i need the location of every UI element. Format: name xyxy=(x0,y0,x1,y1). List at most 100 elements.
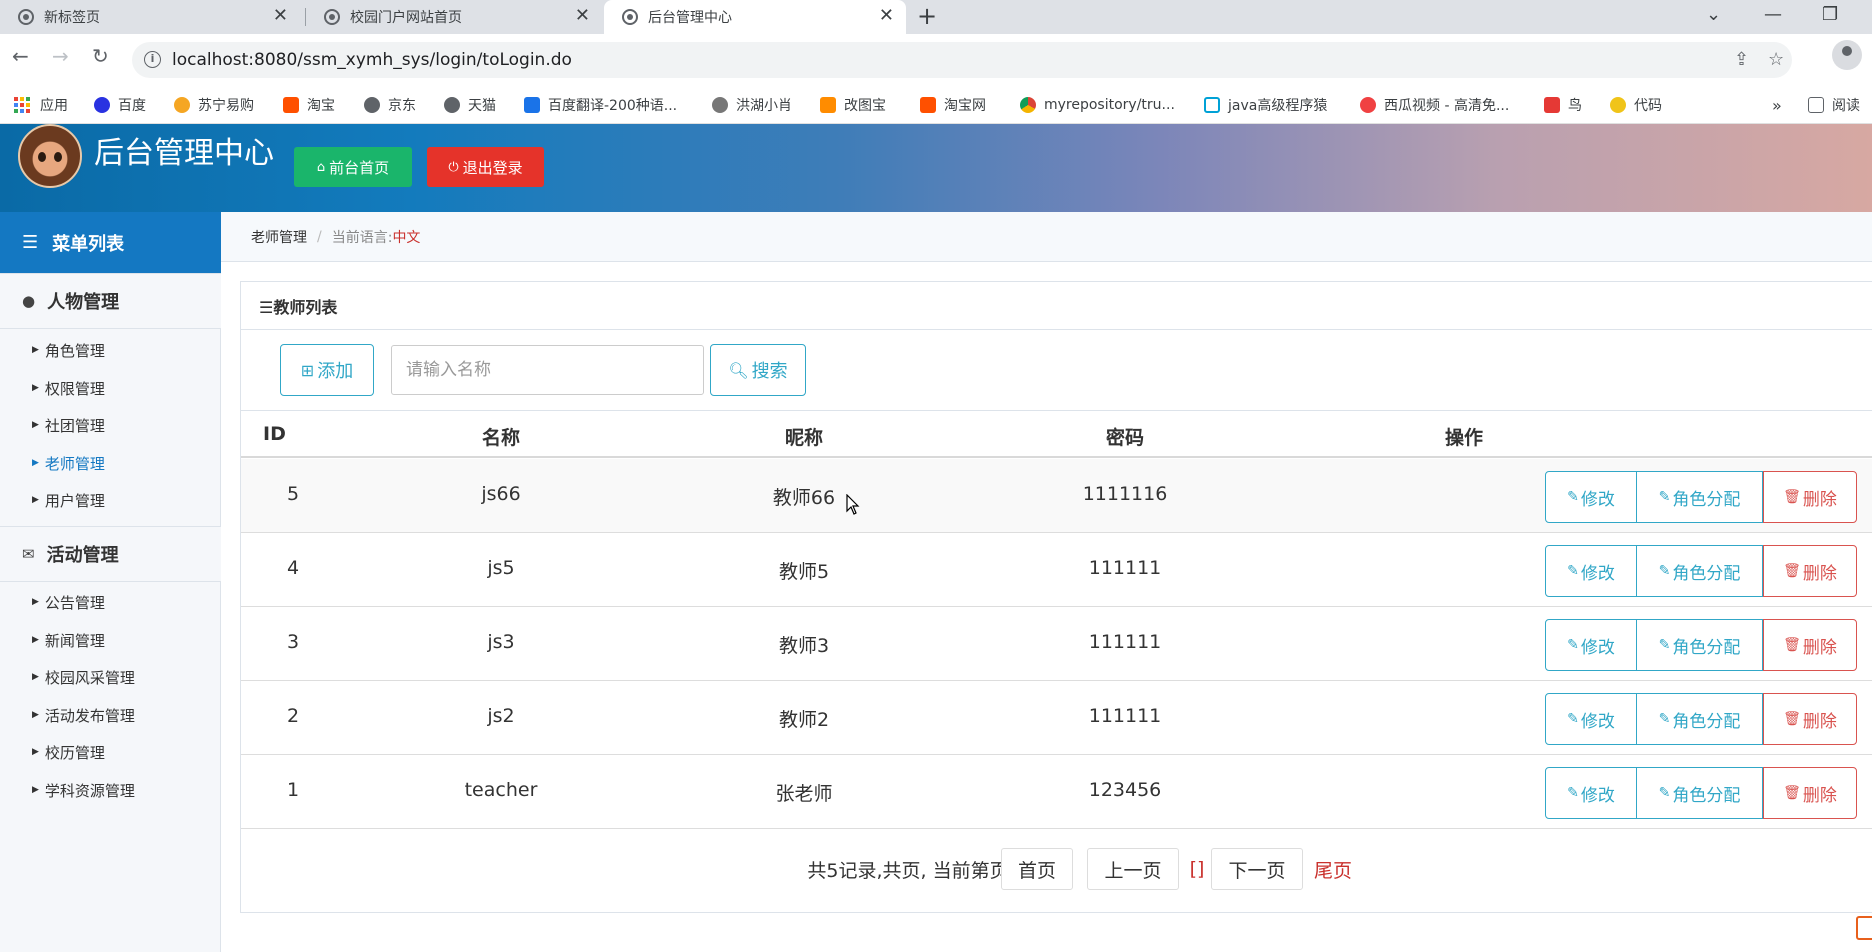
delete-button[interactable]: 🗑︎ 删除 xyxy=(1763,619,1857,671)
cell-nickname: 教师5 xyxy=(778,561,830,583)
sidebar-item-news[interactable]: ▶ 新闻管理 xyxy=(0,624,221,656)
edit-icon: ✎ xyxy=(1658,637,1671,653)
sidebar-item-activity-publish[interactable]: ▶ 活动发布管理 xyxy=(0,699,221,731)
cell-password: 111111 xyxy=(1088,557,1162,579)
prev-page-button[interactable]: 上一页 xyxy=(1087,848,1179,890)
bookmark-gaitubao[interactable]: 改图宝 xyxy=(820,86,886,124)
table-row: 3 js3 教师3 111111 ✎ 修改 ✎ 角色分配 🗑︎ 删除 xyxy=(241,607,1872,681)
add-button[interactable]: ⊞ 添加 xyxy=(280,344,374,396)
list-icon: ☰ xyxy=(22,232,39,253)
edit-button[interactable]: ✎ 修改 xyxy=(1545,471,1637,523)
address-bar[interactable]: i localhost:8080/ssm_xymh_sys/login/toLo… xyxy=(132,42,1792,78)
caret-right-icon: ▶ xyxy=(32,747,39,757)
logout-button[interactable]: ⏻ 退出登录 xyxy=(427,147,544,187)
globe-icon xyxy=(324,9,340,25)
trash-icon: 🗑︎ xyxy=(1783,563,1801,579)
info-icon[interactable]: i xyxy=(144,51,161,68)
bookmark-suning[interactable]: 苏宁易购 xyxy=(174,86,254,124)
caret-right-icon: ▶ xyxy=(32,635,39,645)
sidebar-item-users[interactable]: ▶ 用户管理 xyxy=(0,484,221,516)
minimize-icon[interactable]: — xyxy=(1764,4,1782,25)
caret-right-icon: ▶ xyxy=(32,785,39,795)
bookmarks-more[interactable]: » xyxy=(1772,86,1782,124)
sidebar-item-teachers[interactable]: ▶ 老师管理 xyxy=(0,447,221,479)
sidebar-item-announcements[interactable]: ▶ 公告管理 xyxy=(0,586,221,618)
bookmark-baidu[interactable]: 百度 xyxy=(94,86,146,124)
close-icon[interactable]: ✕ xyxy=(575,7,590,25)
bookmark-taobao-net[interactable]: 淘宝网 xyxy=(920,86,986,124)
reload-icon[interactable]: ↻ xyxy=(92,44,109,68)
browser-tab-portal[interactable]: 校园门户网站首页 ✕ xyxy=(306,0,602,34)
bookmark-tmall[interactable]: 天猫 xyxy=(444,86,496,124)
profile-avatar-icon[interactable] xyxy=(1832,40,1862,70)
cell-id: 5 xyxy=(286,483,300,505)
bookmark-taobao[interactable]: 淘宝 xyxy=(283,86,335,124)
bookmark-java[interactable]: java高级程序猿 xyxy=(1204,86,1327,124)
assign-role-button[interactable]: ✎ 角色分配 xyxy=(1637,619,1763,671)
edit-icon: ✎ xyxy=(1658,563,1671,579)
trash-icon: 🗑︎ xyxy=(1783,489,1801,505)
close-icon[interactable]: ✕ xyxy=(879,7,894,25)
column-header-actions: 操作 xyxy=(1444,427,1483,449)
back-arrow-icon[interactable]: ← xyxy=(12,44,29,68)
bookmark-myrepository[interactable]: myrepository/tru... xyxy=(1020,86,1175,124)
reading-list[interactable]: 阅读 xyxy=(1808,86,1860,124)
sidebar-group-people[interactable]: ● 人物管理 xyxy=(0,273,221,329)
cell-name: js5 xyxy=(487,557,515,579)
share-icon[interactable]: ⇪ xyxy=(1734,49,1749,70)
breadcrumb-section[interactable]: 老师管理 xyxy=(251,227,307,247)
sidebar-item-campus-style[interactable]: ▶ 校园风采管理 xyxy=(0,661,221,693)
address-url[interactable]: localhost:8080/ssm_xymh_sys/login/toLogi… xyxy=(172,50,572,70)
close-icon[interactable]: ✕ xyxy=(273,7,288,25)
new-tab-button[interactable]: + xyxy=(917,2,937,30)
restore-icon[interactable]: ❐ xyxy=(1822,4,1838,25)
chevron-down-icon[interactable]: ⌄ xyxy=(1706,4,1721,25)
sidebar-item-permissions[interactable]: ▶ 权限管理 xyxy=(0,372,221,404)
sidebar-item-resources[interactable]: ▶ 学科资源管理 xyxy=(0,774,221,806)
bookmark-baidu-translate[interactable]: 百度翻译-200种语... xyxy=(524,86,677,124)
user-icon: ● xyxy=(22,292,36,310)
row-actions: ✎ 修改 ✎ 角色分配 🗑︎ 删除 xyxy=(1545,767,1857,819)
delete-button[interactable]: 🗑︎ 删除 xyxy=(1763,545,1857,597)
bookmark-honghu[interactable]: 洪湖小肖 xyxy=(712,86,792,124)
forward-arrow-icon[interactable]: → xyxy=(52,44,69,68)
bookmark-xigua[interactable]: 西瓜视频 - 高清免... xyxy=(1360,86,1509,124)
sidebar-group-activities[interactable]: ✉ 活动管理 xyxy=(0,526,221,582)
frontend-home-button[interactable]: ⌂ 前台首页 xyxy=(294,147,412,187)
power-icon: ⏻ xyxy=(448,159,459,175)
row-actions: ✎ 修改 ✎ 角色分配 🗑︎ 删除 xyxy=(1545,471,1857,523)
edit-icon: ✎ xyxy=(1567,785,1579,801)
search-button[interactable]: 🔍︎ 搜索 xyxy=(710,344,806,396)
bookmark-code[interactable]: 代码 xyxy=(1610,86,1662,124)
last-page-link[interactable]: 尾页 xyxy=(1309,848,1357,890)
edit-icon: ✎ xyxy=(1567,711,1579,727)
delete-button[interactable]: 🗑︎ 删除 xyxy=(1763,693,1857,745)
sidebar-item-calendar[interactable]: ▶ 校历管理 xyxy=(0,736,221,768)
bookmark-jd[interactable]: 京东 xyxy=(364,86,416,124)
delete-button[interactable]: 🗑︎ 删除 xyxy=(1763,471,1857,523)
caret-right-icon: ▶ xyxy=(32,458,39,468)
delete-button[interactable]: 🗑︎ 删除 xyxy=(1763,767,1857,819)
star-icon[interactable]: ☆ xyxy=(1768,49,1784,70)
taobao-icon xyxy=(920,97,936,113)
assign-role-button[interactable]: ✎ 角色分配 xyxy=(1637,693,1763,745)
caret-right-icon: ▶ xyxy=(32,345,39,355)
bookmark-apps[interactable]: 应用 xyxy=(14,86,68,124)
assign-role-button[interactable]: ✎ 角色分配 xyxy=(1637,471,1763,523)
assign-role-button[interactable]: ✎ 角色分配 xyxy=(1637,545,1763,597)
language-value[interactable]: 中文 xyxy=(392,227,420,247)
edit-button[interactable]: ✎ 修改 xyxy=(1545,545,1637,597)
bookmark-bird[interactable]: 鸟 xyxy=(1544,86,1582,124)
edit-button[interactable]: ✎ 修改 xyxy=(1545,619,1637,671)
next-page-button[interactable]: 下一页 xyxy=(1211,848,1303,890)
search-input[interactable] xyxy=(391,345,704,395)
sidebar-item-roles[interactable]: ▶ 角色管理 xyxy=(0,334,221,366)
edit-button[interactable]: ✎ 修改 xyxy=(1545,767,1637,819)
table-row: 1 teacher 张老师 123456 ✎ 修改 ✎ 角色分配 🗑︎ 删除 xyxy=(241,755,1872,829)
assign-role-button[interactable]: ✎ 角色分配 xyxy=(1637,767,1763,819)
browser-tab-admin[interactable]: 后台管理中心 ✕ xyxy=(604,0,906,34)
sidebar-item-clubs[interactable]: ▶ 社团管理 xyxy=(0,409,221,441)
browser-tab-new[interactable]: 新标签页 ✕ xyxy=(0,0,300,34)
first-page-button[interactable]: 首页 xyxy=(1001,848,1073,890)
edit-button[interactable]: ✎ 修改 xyxy=(1545,693,1637,745)
